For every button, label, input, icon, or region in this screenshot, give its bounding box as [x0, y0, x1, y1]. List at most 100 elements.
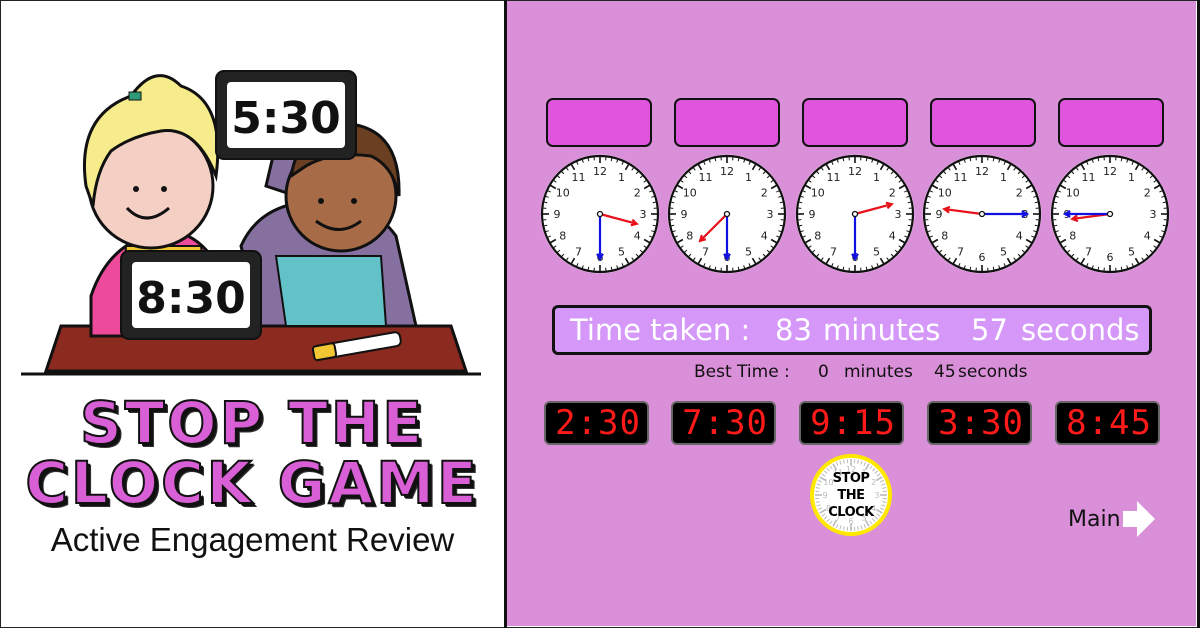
card-girl: 8:30 — [120, 250, 262, 340]
clock-number: 6 — [979, 251, 986, 264]
clock-number: 8 — [1069, 230, 1076, 243]
clock-number: 4 — [1016, 230, 1023, 243]
clock-number: 2 — [1016, 187, 1023, 200]
clock-number: 3 — [767, 208, 774, 221]
clock-number: 1 — [618, 171, 625, 184]
digital-time-card-1[interactable]: 2:30 — [544, 401, 649, 445]
clock-number: 10 — [683, 187, 697, 200]
clock-number: 2 — [761, 187, 768, 200]
clock-pivot — [723, 210, 731, 218]
answer-box-4[interactable] — [930, 98, 1036, 147]
game-subtitle: Active Engagement Review — [50, 521, 455, 558]
time-taken-minutes: 83 — [775, 313, 812, 347]
best-time-seconds-unit: seconds — [958, 362, 1028, 382]
clock-number: 7 — [702, 245, 709, 258]
analog-clock-3[interactable]: 121234567891011 — [794, 153, 916, 275]
game-title-line1: STOP THE — [79, 388, 426, 458]
time-taken-label: Time taken : — [570, 313, 751, 347]
best-time-seconds: 45 — [934, 362, 956, 382]
clock-number: 2 — [634, 187, 641, 200]
clock-number: 1 — [1000, 171, 1007, 184]
clock-number: 8 — [559, 230, 566, 243]
clock-number: 10 — [556, 187, 570, 200]
card-boy: 5:30 — [215, 70, 357, 160]
clock-number: 9 — [554, 208, 561, 221]
clock-number: 8 — [686, 230, 693, 243]
clock-number: 9 — [936, 208, 943, 221]
stop-the-clock-button[interactable]: 12 1 2 3 4 5 6 7 8 9 10 11 STOP THE CLOCK — [810, 454, 892, 536]
card-girl-time: 8:30 — [136, 273, 245, 324]
answer-box-5[interactable] — [1058, 98, 1164, 147]
clock-number: 1 — [745, 171, 752, 184]
clock-number: 7 — [575, 245, 582, 258]
clock-number: 5 — [1000, 245, 1007, 258]
clock-number: 11 — [1082, 171, 1096, 184]
clock-number: 7 — [957, 245, 964, 258]
time-taken-seconds: 57 — [971, 313, 1008, 347]
clock-number: 5 — [618, 245, 625, 258]
promo-panel: 5:30 8:30 STOP THE CLOCK GAME Active Eng… — [1, 1, 504, 627]
clock-number: 5 — [745, 245, 752, 258]
answer-box-2[interactable] — [674, 98, 780, 147]
kids-illustration: 5:30 8:30 — [21, 70, 481, 376]
best-time-minutes-unit: minutes — [844, 362, 913, 382]
analog-clock-4[interactable]: 121234567891011 — [921, 153, 1043, 275]
clock-number: 4 — [889, 230, 896, 243]
clock-number: 12 — [720, 165, 734, 178]
digital-time-card-5[interactable]: 8:45 — [1055, 401, 1160, 445]
digital-time-card-2[interactable]: 7:30 — [671, 401, 776, 445]
time-taken-panel: Time taken : 83 minutes 57 seconds — [552, 305, 1152, 355]
clock-number: 11 — [699, 171, 713, 184]
clock-number: 12 — [848, 165, 862, 178]
clock-number: 10 — [811, 187, 825, 200]
clock-number: 10 — [938, 187, 952, 200]
analog-clock-2[interactable]: 121234567891011 — [666, 153, 788, 275]
digital-time-card-3[interactable]: 9:15 — [799, 401, 904, 445]
clock-number: 4 — [761, 230, 768, 243]
clock-pivot — [1106, 210, 1114, 218]
clock-pivot — [978, 210, 986, 218]
clock-number: 11 — [827, 171, 841, 184]
best-time-minutes: 0 — [818, 362, 829, 382]
clock-number: 12 — [975, 165, 989, 178]
answer-box-3[interactable] — [802, 98, 908, 147]
clock-number: 2 — [889, 187, 896, 200]
stop-button-label: STOP THE CLOCK — [828, 471, 874, 520]
game-title-line2: CLOCK GAME — [24, 448, 480, 518]
time-taken-minutes-unit: minutes — [823, 313, 941, 347]
clock-number: 10 — [1066, 187, 1080, 200]
best-time-label: Best Time : — [694, 362, 790, 382]
clock-number: 3 — [895, 208, 902, 221]
clock-number: 3 — [640, 208, 647, 221]
card-boy-time: 5:30 — [231, 93, 340, 144]
clock-number: 5 — [873, 245, 880, 258]
main-menu-button[interactable]: Main — [1068, 499, 1157, 539]
clock-number: 11 — [572, 171, 586, 184]
clock-number: 6 — [1107, 251, 1114, 264]
clock-number: 3 — [1150, 208, 1157, 221]
analog-clock-5[interactable]: 121234567891011 — [1049, 153, 1171, 275]
digital-time-card-4[interactable]: 3:30 — [927, 401, 1032, 445]
time-taken-seconds-unit: seconds — [1021, 313, 1140, 347]
clock-number: 12 — [1103, 165, 1117, 178]
clock-number: 2 — [1144, 187, 1151, 200]
main-label: Main — [1068, 506, 1121, 532]
clock-number: 4 — [1144, 230, 1151, 243]
clock-number: 11 — [954, 171, 968, 184]
clock-pivot — [596, 210, 604, 218]
answer-box-1[interactable] — [546, 98, 652, 147]
clock-number: 8 — [941, 230, 948, 243]
arrow-right-icon — [1122, 501, 1155, 537]
clock-number: 7 — [1085, 245, 1092, 258]
clock-number: 7 — [830, 245, 837, 258]
clock-number: 1 — [873, 171, 880, 184]
clock-number: 9 — [809, 208, 816, 221]
clock-number: 1 — [1128, 171, 1135, 184]
clock-number: 4 — [634, 230, 641, 243]
analog-clock-1[interactable]: 121234567891011 — [539, 153, 661, 275]
clock-number: 5 — [1128, 245, 1135, 258]
clock-number: 8 — [814, 230, 821, 243]
clock-pivot — [851, 210, 859, 218]
clock-number: 9 — [681, 208, 688, 221]
clock-number: 12 — [593, 165, 607, 178]
